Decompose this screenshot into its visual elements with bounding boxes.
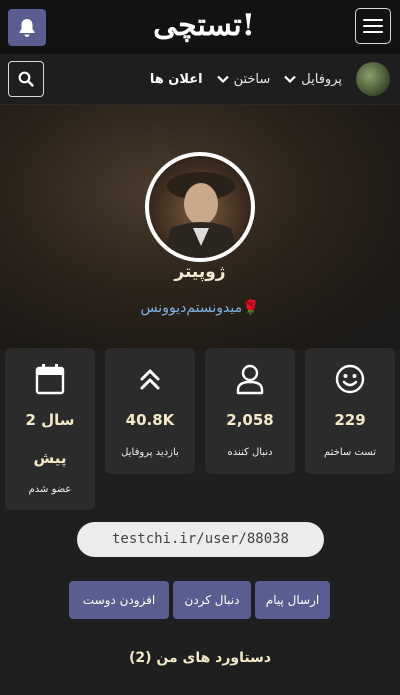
nav-item-label: اعلان ها [149,71,203,87]
add-friend-button[interactable]: افزودن دوست [69,581,169,619]
nav-bar: پروفایل ساختن اعلان ها [0,54,400,105]
stat-label: تست ساختم [324,447,376,458]
nav-item-notifications[interactable]: اعلان ها [150,72,203,87]
calendar-icon [35,364,65,395]
stat-label: بازدید پروفایل [121,447,179,458]
nav-item-label: پروفایل [301,71,342,87]
nav-user-avatar[interactable] [356,62,390,96]
hamburger-icon-line [363,25,383,27]
bell-icon [19,18,35,37]
stat-card-member-since[interactable]: 2 سال پیش عضو شدم [5,348,95,510]
site-logo[interactable]: تستچی! [148,4,260,48]
stat-card-tests-made[interactable]: 229 تست ساختم [305,348,395,474]
stat-value-line2: پیش [33,449,67,467]
nav-item-create[interactable]: ساختن [216,71,271,87]
nav-item-label: ساختن [233,71,271,87]
stat-value: 2 سال [25,411,75,429]
double-chevron-up-icon [140,369,160,390]
follow-button[interactable]: دنبال کردن [173,581,251,619]
stat-label: عضو شدم [28,484,72,495]
notifications-button[interactable] [8,9,46,46]
profile-url[interactable]: testchi.ir/user/88038 [77,522,324,557]
chevron-down-icon [216,75,229,83]
avatar-portrait [163,172,239,258]
stat-card-profile-views[interactable]: 40.8K بازدید پروفایل [105,348,195,474]
smile-icon [335,364,365,394]
stat-value: 40.8K [125,411,175,429]
profile-bio: میدونستم‌دیوونس🌹 [140,300,260,316]
user-icon [236,364,264,395]
achievements-heading: دستاورد های من (2) [128,650,272,666]
stat-label: دنبال کننده [227,447,273,458]
profile-avatar[interactable] [145,152,255,262]
nav-item-profile[interactable]: پروفایل [284,72,342,87]
stat-card-followers[interactable]: 2,058 دنبال کننده [205,348,295,474]
send-message-button[interactable]: ارسال پیام [255,581,330,619]
stat-value: 2,058 [226,411,274,429]
chevron-down-icon [284,75,297,83]
search-icon [18,71,34,87]
search-button[interactable] [8,61,44,97]
profile-username: ژوپیتر [174,262,226,282]
top-bar: تستچی! [0,0,400,54]
avatar-image [149,156,251,258]
hamburger-menu-button[interactable] [355,8,391,44]
hamburger-icon-line [363,31,383,33]
stat-value: 229 [334,411,366,429]
hamburger-icon-line [363,19,383,21]
